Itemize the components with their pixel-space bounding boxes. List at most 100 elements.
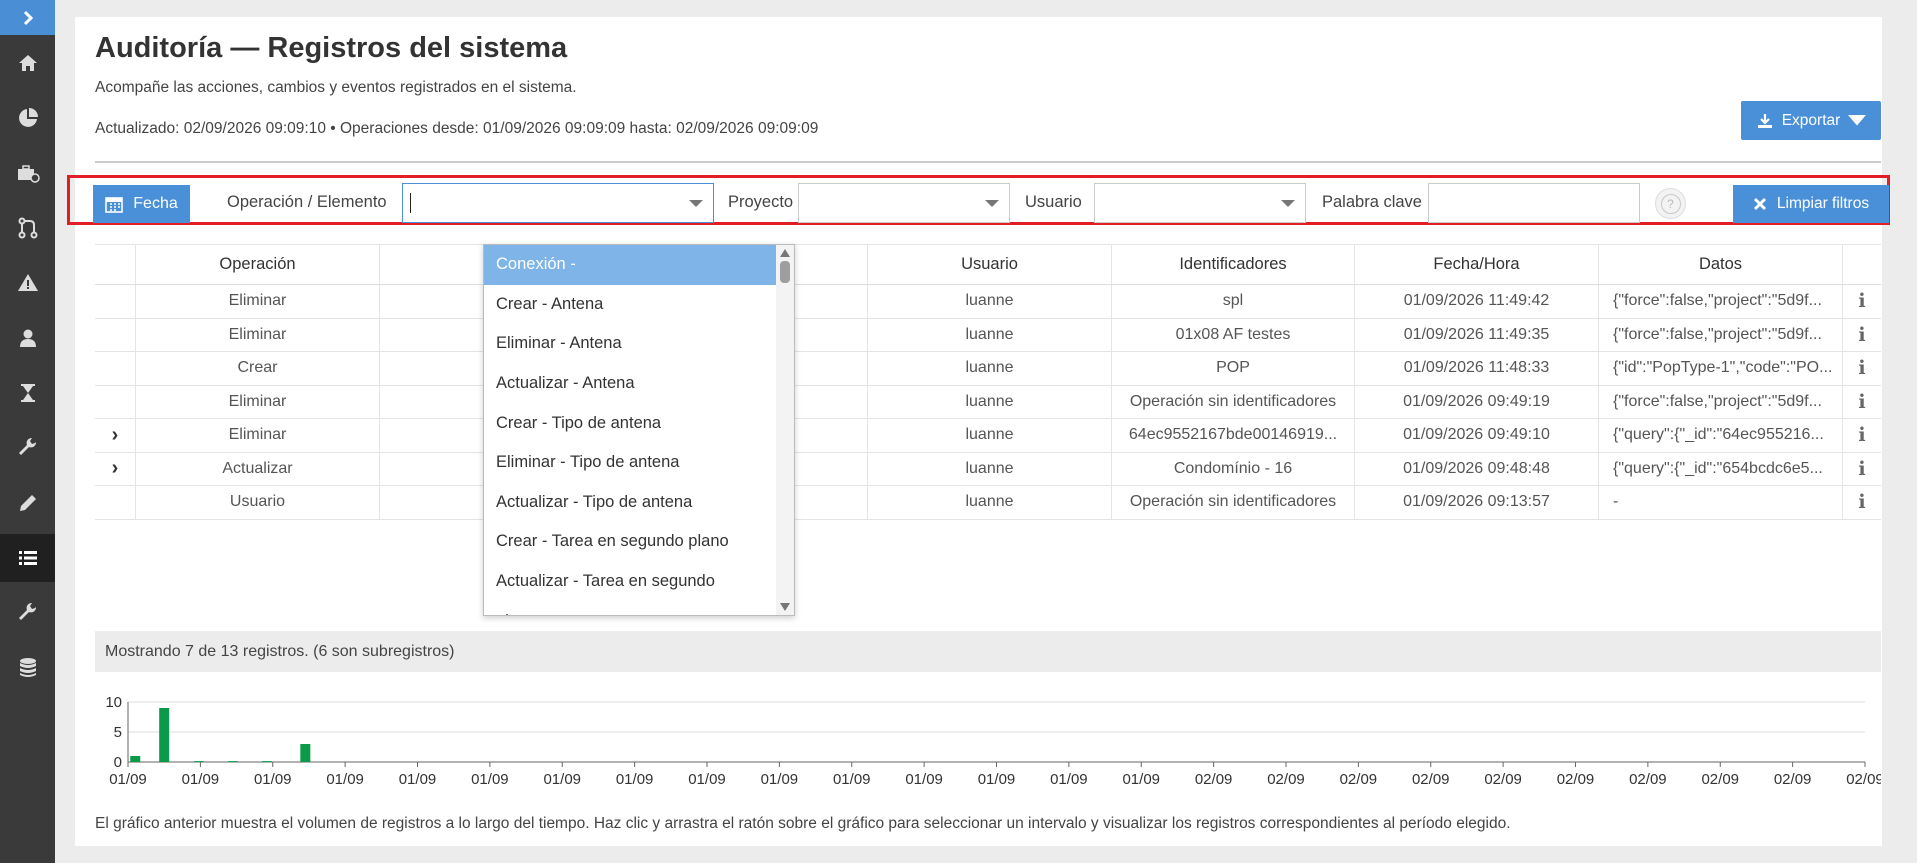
- records-chart[interactable]: 0 5 10 01/09 01/09 01/09 01/09 01/09 01/09 01/09 0…: [95, 677, 1881, 812]
- row-info-button[interactable]: i: [1842, 385, 1881, 418]
- scroll-thumb[interactable]: [780, 261, 790, 283]
- sidebar-item-home[interactable]: [0, 39, 55, 87]
- sidebar-item-history[interactable]: [0, 369, 55, 417]
- operation-filter-label: Operación / Elemento: [227, 193, 387, 211]
- x-tick-label: 01/09: [761, 771, 799, 788]
- table-row[interactable]: Crear-luannePOP01/09/2026 11:48:33{"id":…: [95, 352, 1881, 386]
- project-select[interactable]: [798, 183, 1010, 223]
- user-select[interactable]: [1094, 183, 1306, 223]
- info-icon[interactable]: i: [1858, 491, 1865, 513]
- header-identifiers[interactable]: Identificadores: [1111, 245, 1354, 284]
- sidebar-item-maintenance[interactable]: [0, 424, 55, 472]
- row-expand-button: [95, 486, 135, 519]
- date-filter-button[interactable]: Fecha: [93, 185, 190, 223]
- clear-filters-button[interactable]: Limpiar filtros: [1733, 185, 1889, 223]
- dropdown-option[interactable]: Actualizar - Antena: [484, 364, 776, 404]
- x-tick-label: 02/09: [1774, 771, 1812, 788]
- table-row[interactable]: Eliminar-luanneOperación sin identificad…: [95, 385, 1881, 419]
- row-info-button[interactable]: i: [1842, 352, 1881, 385]
- sidebar-item-alerts[interactable]: [0, 259, 55, 307]
- table-header: Operación Proyecto Usuario Identificador…: [95, 244, 1881, 285]
- cell-datetime: 01/09/2026 09:49:10: [1354, 419, 1598, 452]
- export-label: Exportar: [1781, 111, 1841, 129]
- sidebar-item-audit[interactable]: [0, 534, 55, 582]
- sidebar-item-tools[interactable]: [0, 149, 55, 197]
- info-icon[interactable]: i: [1858, 458, 1865, 480]
- chevron-right-icon: [23, 10, 33, 25]
- sidebar-item-versions[interactable]: [0, 204, 55, 252]
- sidebar-item-users[interactable]: [0, 314, 55, 362]
- x-tick-label: 02/09: [1412, 771, 1450, 788]
- warning-icon: [17, 274, 38, 291]
- dropdown-option[interactable]: Crear - Tipo de antena: [484, 403, 776, 443]
- cell-data: {"query":{"_id":"654bcdc6e5...: [1598, 452, 1842, 485]
- row-expand-button: [95, 386, 135, 419]
- row-info-button[interactable]: i: [1842, 285, 1881, 318]
- x-tick-label: 02/09: [1340, 771, 1378, 788]
- row-info-button[interactable]: i: [1842, 486, 1881, 519]
- cell-datetime: 01/09/2026 09:49:19: [1354, 385, 1598, 418]
- header-data[interactable]: Datos: [1598, 245, 1842, 284]
- table-row[interactable]: ›ActualizarExemploluanneCondomínio - 160…: [95, 452, 1881, 486]
- sidebar-item-edit[interactable]: [0, 479, 55, 527]
- dropdown-scrollbar[interactable]: [776, 245, 794, 615]
- close-icon: [1753, 197, 1766, 211]
- sidebar-item-reports[interactable]: [0, 94, 55, 142]
- chevron-right-icon[interactable]: ›: [112, 424, 119, 447]
- table-row[interactable]: ›EliminarExemploluanne64ec9552167bde0014…: [95, 419, 1881, 453]
- keyword-input[interactable]: [1428, 183, 1640, 223]
- x-tick-label: 01/09: [616, 771, 654, 788]
- header-operation[interactable]: Operación: [135, 245, 379, 284]
- info-icon[interactable]: i: [1858, 324, 1865, 346]
- help-button[interactable]: ?: [1655, 188, 1686, 219]
- x-tick-label: 02/09: [1557, 771, 1595, 788]
- cell-data: {"force":false,"project":"5d9f...: [1598, 318, 1842, 351]
- cell-identifiers: 64ec9552167bde00146919...: [1111, 419, 1354, 452]
- cell-operation: Actualizar: [135, 452, 379, 485]
- cell-data: {"force":false,"project":"5d9f...: [1598, 385, 1842, 418]
- export-button[interactable]: Exportar: [1741, 101, 1881, 140]
- y-tick-label: 0: [114, 754, 122, 771]
- table-row[interactable]: Usuario - luanneOperación sin identificado…: [95, 486, 1881, 520]
- header-datetime[interactable]: Fecha/Hora: [1354, 245, 1598, 284]
- dropdown-option[interactable]: Crear - Antena: [484, 285, 776, 325]
- row-info-button[interactable]: i: [1842, 452, 1881, 485]
- x-tick-label: 01/09: [833, 771, 871, 788]
- row-info-button[interactable]: i: [1842, 318, 1881, 351]
- sidebar-item-database[interactable]: [0, 644, 55, 692]
- dropdown-option[interactable]: Actualizar - Tipo de antena: [484, 483, 776, 523]
- scroll-up-icon[interactable]: [780, 249, 790, 257]
- row-expand-button: [95, 285, 135, 318]
- dropdown-option[interactable]: Actualizar - Tarea en segundo: [484, 562, 776, 602]
- chart-bar: [261, 761, 272, 763]
- dropdown-option[interactable]: Conexión -: [484, 245, 776, 285]
- header-user[interactable]: Usuario: [867, 245, 1111, 284]
- dropdown-option[interactable]: Crear - Tarea en segundo plano: [484, 522, 776, 562]
- row-expand-button[interactable]: ›: [95, 419, 135, 452]
- info-icon[interactable]: i: [1858, 391, 1865, 413]
- info-icon[interactable]: i: [1858, 290, 1865, 312]
- sidebar-toggle-button[interactable]: [0, 0, 55, 35]
- x-tick-label: 02/09: [1195, 771, 1233, 788]
- dropdown-option[interactable]: Eliminar - Antena: [484, 324, 776, 364]
- row-info-button[interactable]: i: [1842, 419, 1881, 452]
- x-tick-label: 02/09: [1846, 771, 1881, 788]
- sidebar-item-settings[interactable]: [0, 589, 55, 637]
- info-icon[interactable]: i: [1858, 424, 1865, 446]
- chevron-right-icon[interactable]: ›: [112, 457, 119, 480]
- row-expand-button[interactable]: ›: [95, 453, 135, 486]
- caret-down-icon: [1281, 200, 1295, 207]
- operation-select[interactable]: [402, 183, 714, 223]
- table-row[interactable]: Eliminar-luanne01x08 AF testes01/09/2026…: [95, 318, 1881, 352]
- scroll-down-icon[interactable]: [780, 603, 790, 611]
- dropdown-option[interactable]: plano: [484, 601, 776, 615]
- operation-dropdown[interactable]: Conexión - Crear - Antena Eliminar - Anten…: [483, 244, 795, 616]
- cell-identifiers: Operación sin identificadores: [1111, 385, 1354, 418]
- cell-data: {"id":"PopType-1","code":"PO...: [1598, 352, 1842, 385]
- info-icon[interactable]: i: [1858, 357, 1865, 379]
- x-tick-label: 02/09: [1629, 771, 1667, 788]
- cell-data: {"force":false,"project":"5d9f...: [1598, 285, 1842, 318]
- cell-identifiers: Condomínio - 16: [1111, 452, 1354, 485]
- table-row[interactable]: Eliminar-luannespl01/09/2026 11:49:42{"f…: [95, 285, 1881, 319]
- dropdown-option[interactable]: Eliminar - Tipo de antena: [484, 443, 776, 483]
